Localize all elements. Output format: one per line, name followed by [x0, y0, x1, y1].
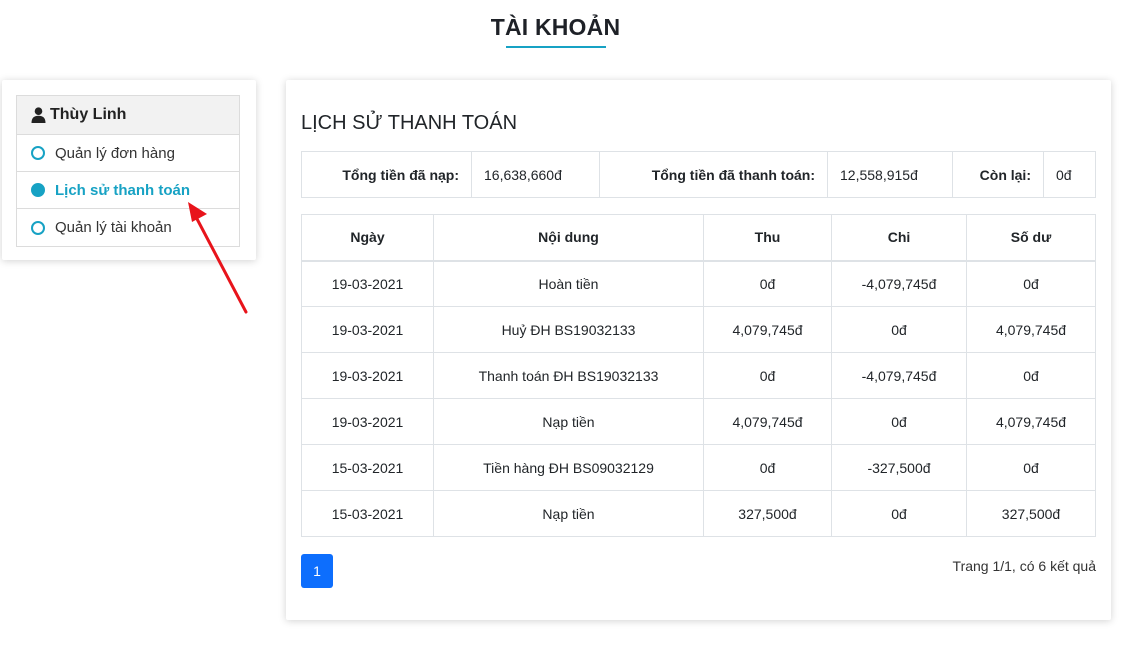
sidebar-item-label: Quản lý đơn hàng — [55, 144, 175, 162]
radio-circle-icon — [31, 220, 45, 235]
table-row: 19-03-2021 Hoàn tiền 0đ -4,079,745đ 0đ — [301, 260, 1096, 307]
cell-content: Thanh toán ĐH BS19032133 — [433, 352, 704, 399]
user-name: Thùy Linh — [50, 106, 127, 123]
sidebar-item-order-management[interactable]: Quản lý đơn hàng — [17, 135, 239, 172]
table-row: 15-03-2021 Tiền hàng ĐH BS09032129 0đ -3… — [301, 444, 1096, 491]
deposited-value: 16,638,660đ — [471, 151, 600, 198]
cell-income: 4,079,745đ — [703, 306, 832, 353]
cell-expense: -4,079,745đ — [831, 260, 967, 307]
cell-balance: 4,079,745đ — [966, 398, 1096, 445]
sidebar-item-label: Quản lý tài khoản — [55, 219, 172, 236]
cell-date: 19-03-2021 — [301, 260, 434, 307]
cell-balance: 4,079,745đ — [966, 306, 1096, 353]
cell-date: 15-03-2021 — [301, 490, 434, 537]
cell-date: 19-03-2021 — [301, 352, 434, 399]
cell-balance: 0đ — [966, 352, 1096, 399]
cell-content: Huỷ ĐH BS19032133 — [433, 306, 704, 353]
cell-content: Nạp tiền — [433, 490, 704, 537]
cell-income: 327,500đ — [703, 490, 832, 537]
column-header-content: Nội dung — [433, 214, 704, 262]
cell-income: 0đ — [703, 260, 832, 307]
page-title-underline — [506, 46, 606, 48]
table-row: 15-03-2021 Nạp tiền 327,500đ 0đ 327,500đ — [301, 490, 1096, 537]
page-title: TÀI KHOẢN — [490, 14, 621, 40]
cell-income: 0đ — [703, 444, 832, 491]
sidebar-item-label: Lịch sử thanh toán — [55, 181, 191, 199]
remaining-value: 0đ — [1043, 151, 1096, 198]
cell-income: 4,079,745đ — [703, 398, 832, 445]
cell-date: 19-03-2021 — [301, 306, 434, 353]
deposited-label: Tổng tiền đã nạp: — [301, 151, 472, 198]
table-row: 19-03-2021 Nạp tiền 4,079,745đ 0đ 4,079,… — [301, 398, 1096, 445]
cell-income: 0đ — [703, 352, 832, 399]
user-icon — [31, 107, 46, 123]
column-header-income: Thu — [703, 214, 832, 262]
section-title: LỊCH SỬ THANH TOÁN — [301, 112, 518, 134]
column-header-expense: Chi — [831, 214, 967, 262]
cell-expense: -4,079,745đ — [831, 352, 967, 399]
cell-balance: 327,500đ — [966, 490, 1096, 537]
table-row: 19-03-2021 Thanh toán ĐH BS19032133 0đ -… — [301, 352, 1096, 399]
table-header-row: Ngày Nội dung Thu Chi Số dư — [301, 214, 1096, 262]
summary-table: Tổng tiền đã nạp: 16,638,660đ Tổng tiền … — [301, 151, 1096, 198]
paid-label: Tổng tiền đã thanh toán: — [599, 151, 828, 198]
payment-history-table: Ngày Nội dung Thu Chi Số dư 19-03-2021 H… — [301, 214, 1096, 537]
cell-content: Nạp tiền — [433, 398, 704, 445]
radio-circle-icon — [31, 146, 45, 160]
cell-expense: 0đ — [831, 398, 967, 445]
pagination-info: Trang 1/1, có 6 kết quả — [952, 558, 1096, 574]
radio-circle-filled-icon — [31, 183, 45, 197]
cell-content: Tiền hàng ĐH BS09032129 — [433, 444, 704, 491]
column-header-date: Ngày — [301, 214, 434, 262]
annotation-arrow-icon — [188, 202, 248, 314]
cell-expense: 0đ — [831, 490, 967, 537]
sidebar-user-header: Thùy Linh — [17, 96, 239, 135]
cell-date: 15-03-2021 — [301, 444, 434, 491]
cell-date: 19-03-2021 — [301, 398, 434, 445]
remaining-label: Còn lại: — [952, 151, 1044, 198]
table-row: 19-03-2021 Huỷ ĐH BS19032133 4,079,745đ … — [301, 306, 1096, 353]
paid-value: 12,558,915đ — [827, 151, 953, 198]
cell-balance: 0đ — [966, 444, 1096, 491]
column-header-balance: Số dư — [966, 214, 1096, 262]
cell-content: Hoàn tiền — [433, 260, 704, 307]
cell-expense: 0đ — [831, 306, 967, 353]
pagination-page-button[interactable]: 1 — [301, 554, 333, 588]
cell-balance: 0đ — [966, 260, 1096, 307]
main-card: LỊCH SỬ THANH TOÁN Tổng tiền đã nạp: 16,… — [286, 80, 1111, 620]
cell-expense: -327,500đ — [831, 444, 967, 491]
